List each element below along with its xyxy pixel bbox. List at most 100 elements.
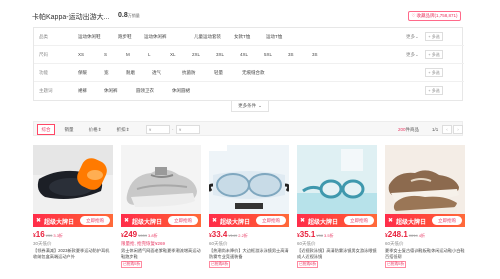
lightning-icon: ✖ — [300, 218, 306, 224]
price-line: ¥ 35.1 ¥98 3.5折 — [297, 230, 377, 240]
promo-banner[interactable]: ✖ 超级大牌日 立即抢购 — [209, 214, 289, 227]
filter-option[interactable]: 3XL — [216, 52, 224, 57]
sort-tab-default[interactable]: 综合 — [37, 124, 55, 135]
filter-label: 主题词 — [39, 88, 53, 93]
buy-now-button[interactable]: 立即抢购 — [432, 216, 462, 225]
promo-banner[interactable]: ✖ 超级大牌日 立即抢购 — [121, 214, 201, 227]
filter-option[interactable]: S — [104, 52, 107, 57]
filter-option[interactable]: 圆领卫衣 — [136, 88, 154, 94]
price-line: ¥ 16 ¥33 3.3折 — [33, 230, 113, 240]
favorite-brand-label: 收藏品牌(1,758,871) — [416, 13, 458, 18]
filter-more[interactable]: 更多⌄ — [406, 52, 419, 58]
discount: 2.2折 — [238, 233, 248, 238]
lightning-icon: ✖ — [388, 218, 394, 224]
filter-option[interactable]: 运动T恤 — [266, 34, 282, 40]
price-range-dash: - — [172, 126, 174, 131]
product-title[interactable]: 【热潮尚未降价】大边框游泳泳镜男士高清防雾专业竞速装备 — [209, 248, 289, 260]
price-note: 60天低价 — [385, 241, 404, 246]
filter-multi-button[interactable]: + 多选 — [425, 86, 443, 95]
discount: 3.5折 — [324, 233, 334, 238]
filter-option[interactable]: 耐磨 — [126, 70, 135, 76]
discount: 3.8折 — [148, 233, 158, 238]
filter-option[interactable]: M — [126, 52, 130, 57]
promo-banner-text: 超级大牌日 — [220, 220, 251, 226]
sort-tab-price[interactable]: 价格 ⇕ — [87, 124, 103, 135]
price: 248.1 — [387, 230, 408, 239]
filter-option[interactable]: 保暖 — [78, 70, 87, 76]
filter-option[interactable]: L — [148, 52, 151, 57]
filter-option[interactable]: 裙裤 — [78, 88, 87, 94]
more-filters-button[interactable]: 更多条件 ⌄ — [231, 101, 269, 112]
promo-banner-text: 超级大牌日 — [44, 220, 75, 226]
promo-banner[interactable]: ✖ 超级大牌日 立即抢购 — [297, 214, 377, 227]
sales-unit: 万销量 — [127, 13, 140, 18]
original-price: ¥614 — [408, 233, 418, 238]
filter-option[interactable]: 运动休闲鞋 — [78, 34, 101, 40]
coupon-badge: 已抢购5折 — [121, 261, 143, 268]
price-note: 30天低价 — [33, 241, 52, 246]
filter-option[interactable]: 儿童运动套装 — [194, 34, 221, 40]
price-max-input[interactable]: ¥ — [176, 125, 200, 134]
buy-now-button[interactable]: 立即抢购 — [344, 216, 374, 225]
sort-tab-discount[interactable]: 折扣 ⇕ — [115, 124, 131, 135]
product-card[interactable]: ✖ 超级大牌日 立即抢购 ¥ 35.1 ¥98 3.5折 60天低价 【近视款泳… — [297, 145, 377, 279]
filter-option[interactable]: 3S — [312, 52, 318, 57]
filter-option[interactable]: 跑步鞋 — [118, 34, 132, 40]
discount: 4折 — [418, 233, 425, 238]
filter-label: 品类 — [39, 34, 48, 39]
filter-option[interactable]: XS — [78, 52, 84, 57]
promo-banner[interactable]: ✖ 超级大牌日 立即抢购 — [385, 214, 465, 227]
filter-option[interactable]: 4XL — [240, 52, 248, 57]
lightning-icon: ✖ — [212, 218, 218, 224]
sort-tab-sales[interactable]: 销量 — [61, 124, 77, 135]
filter-row-function: 功能 保暖 宽 耐磨 透气 抗菌防 轻量 无痕缝合款 + 多选 — [34, 64, 464, 82]
shop-name[interactable]: 卡帕Kappa-运动出游大... — [32, 12, 109, 22]
buy-now-button[interactable]: 立即抢购 — [256, 216, 286, 225]
filter-option[interactable]: 运动休闲裤 — [144, 34, 167, 40]
promo-banner[interactable]: ✖ 超级大牌日 立即抢购 — [33, 214, 113, 227]
filter-option[interactable]: 透气 — [152, 70, 161, 76]
filter-option[interactable]: 轻量 — [214, 70, 223, 76]
filter-option[interactable]: 无痕缝合款 — [242, 70, 265, 76]
product-title[interactable]: 【近视款泳镜】高清防雾泳镜男女游泳眼镜成人近视泳镜 — [297, 248, 377, 260]
lightning-icon: ✖ — [124, 218, 130, 224]
product-title[interactable]: 男士休闲透气网面老爹鞋夏季潮流增高运动鞋跑步鞋 — [121, 248, 201, 260]
prev-page-button[interactable]: ‹ — [442, 125, 452, 134]
filter-multi-button[interactable]: + 多选 — [425, 50, 443, 59]
filter-option[interactable]: 2XL — [192, 52, 200, 57]
filter-option[interactable]: 休闲圆裙 — [172, 88, 190, 94]
filter-option[interactable]: XL — [170, 52, 176, 57]
product-card[interactable]: ✖ 超级大牌日 立即抢购 ¥ 16 ¥33 3.3折 30天低价 【领券满减】2… — [33, 145, 113, 279]
product-card[interactable]: ✖ 超级大牌日 立即抢购 ¥ 33.4 ¥149 2.2折 60天低价 【热潮尚… — [209, 145, 289, 279]
filter-row-category: 品类 运动休闲鞋 跑步鞋 运动休闲裤 儿童运动套装 女款T恤 运动T恤 更多⌄ … — [34, 28, 464, 46]
more-filters-label: 更多条件 — [238, 103, 257, 108]
filter-option[interactable]: 休闲裤 — [104, 88, 118, 94]
shop-header: 卡帕Kappa-运动出游大... 0.8万销量 ♡ 收藏品牌(1,758,871… — [0, 0, 500, 26]
product-title[interactable]: 夏季女士复古德训鞋板鞋休闲运动鞋小白鞋百搭低帮 — [385, 248, 465, 260]
lightning-icon: ✖ — [36, 218, 42, 224]
original-price: ¥98 — [316, 233, 324, 238]
product-card[interactable]: ✖ 超级大牌日 立即抢购 ¥ 249 ¥659 3.8折 限量抢, 抢完恢复¥2… — [121, 145, 201, 279]
price: 16 — [35, 230, 45, 239]
filter-option[interactable]: 宽 — [104, 70, 109, 76]
product-title[interactable]: 【领券满减】2023新款夏季运动防护耳机收纳包盒高端运动户外 — [33, 248, 113, 260]
buy-now-button[interactable]: 立即抢购 — [80, 216, 110, 225]
buy-now-button[interactable]: 立即抢购 — [168, 216, 198, 225]
heart-icon: ♡ — [411, 13, 416, 18]
filter-multi-button[interactable]: + 多选 — [425, 68, 443, 77]
promo-banner-text: 超级大牌日 — [308, 220, 339, 226]
filter-option[interactable]: 3S — [288, 52, 294, 57]
next-page-button[interactable]: › — [453, 125, 463, 134]
filter-more[interactable]: 更多⌄ — [406, 34, 419, 40]
filter-multi-button[interactable]: + 多选 — [425, 32, 443, 41]
filter-option[interactable]: 抗菌防 — [182, 70, 196, 76]
filter-option[interactable]: 女款T恤 — [234, 34, 250, 40]
product-card[interactable]: ✖ 超级大牌日 立即抢购 ¥ 248.1 ¥614 4折 60天低价 夏季女士复… — [385, 145, 465, 279]
price-line: ¥ 248.1 ¥614 4折 — [385, 230, 465, 240]
filter-option[interactable]: 5XL — [264, 52, 272, 57]
discount: 3.3折 — [53, 233, 63, 238]
price: 249 — [123, 230, 138, 239]
favorite-brand-button[interactable]: ♡ 收藏品牌(1,758,871) — [408, 11, 461, 21]
sales-value: 0.8 — [118, 12, 128, 19]
price-min-input[interactable]: ¥ — [146, 125, 170, 134]
